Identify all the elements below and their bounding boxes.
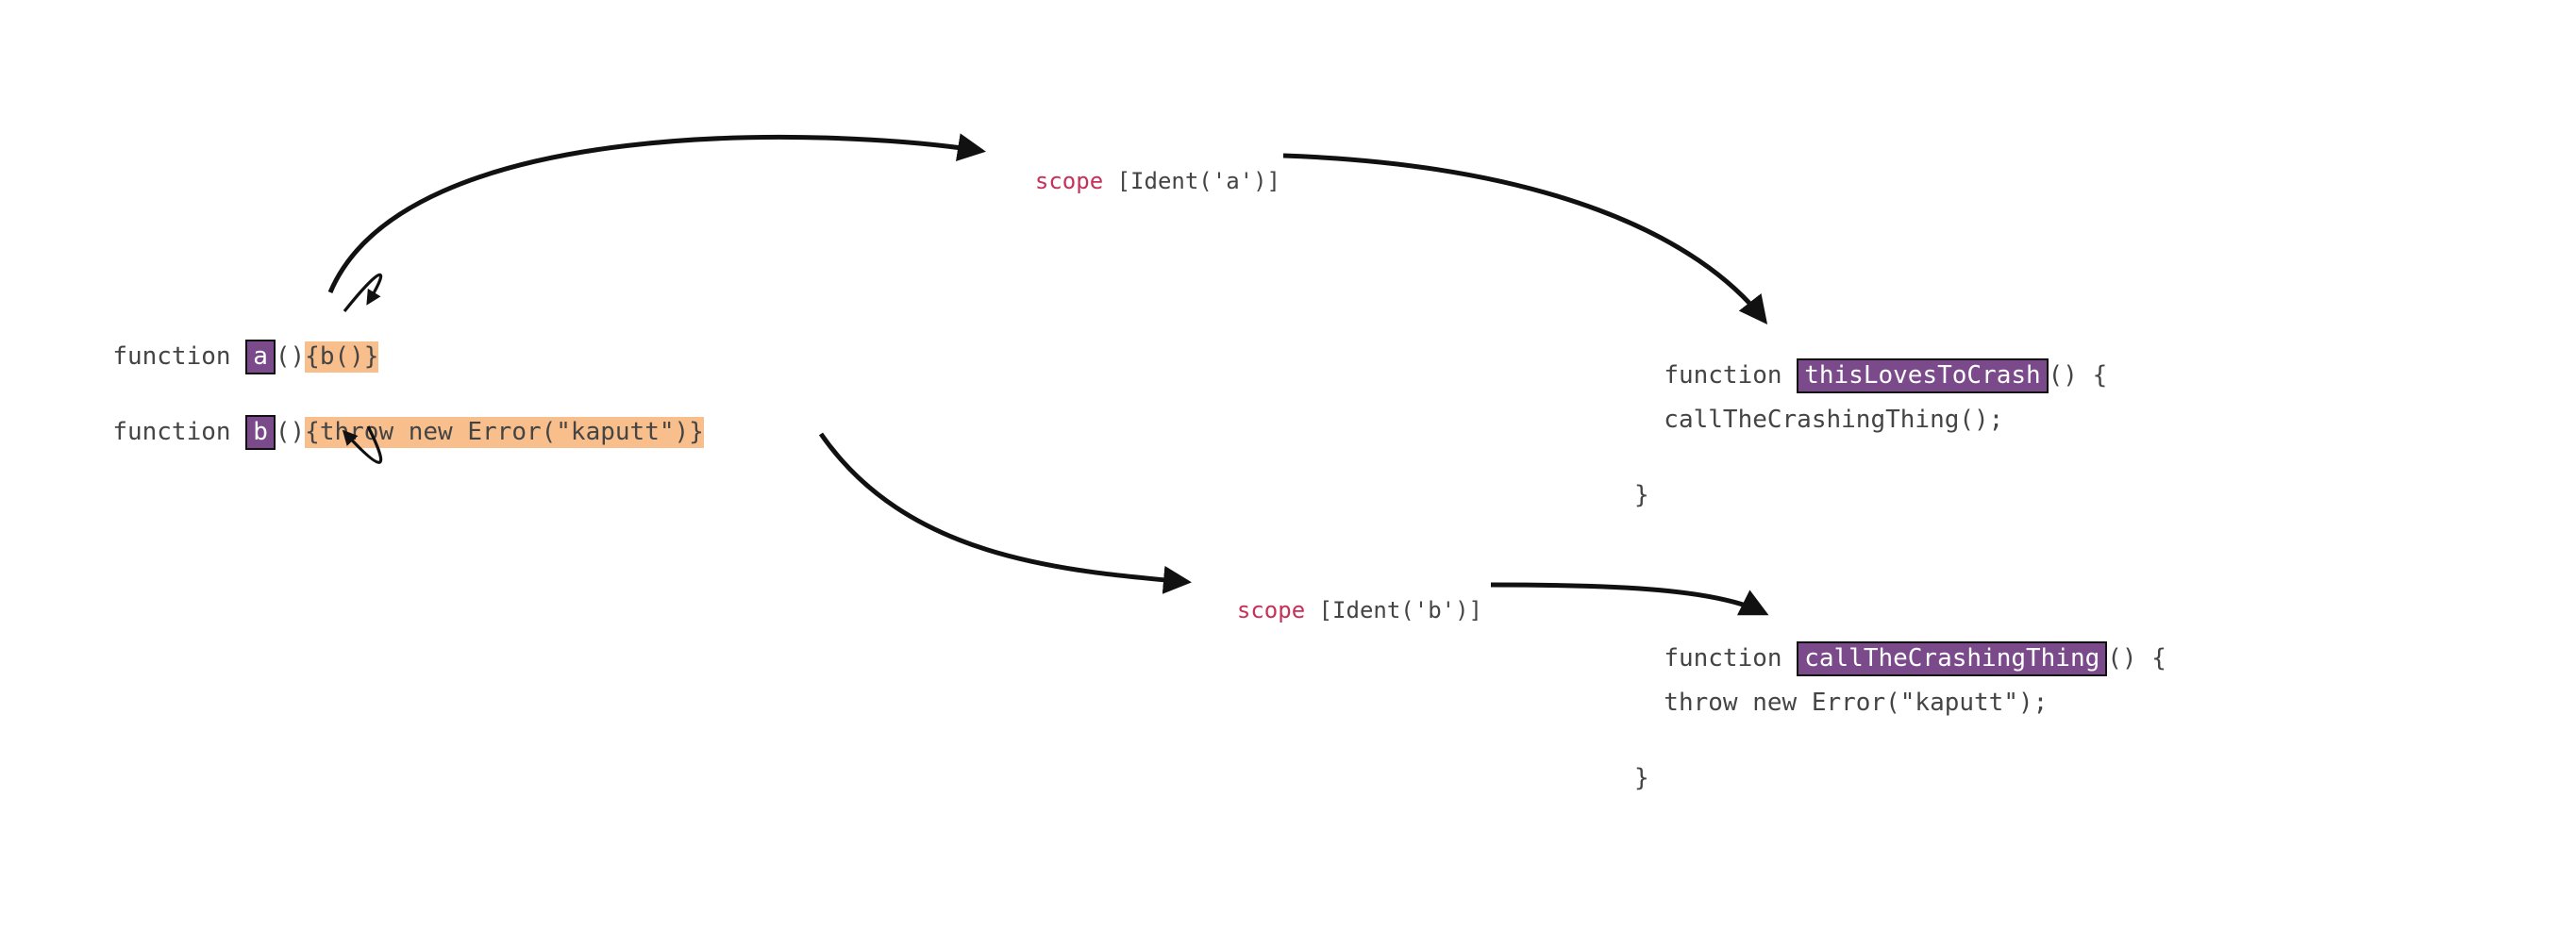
left-func-b-keyword: function	[112, 418, 245, 446]
arrows-layer	[0, 0, 2576, 947]
right-func-b-sig: function callTheCrashingThing() {	[1634, 613, 2166, 676]
right-func-b-body: throw new Error("kaputt");	[1634, 689, 2048, 717]
right-func-b-suffix: () {	[2107, 644, 2166, 673]
right-func-b-name: callTheCrashingThing	[1797, 641, 2107, 676]
swap-arrow-left-top	[344, 274, 381, 311]
right-func-b-keyword: function	[1664, 644, 1797, 673]
arrow-a-to-scope	[330, 137, 981, 292]
arrow-b-to-scope	[821, 434, 1187, 582]
right-func-a-suffix: () {	[2049, 361, 2108, 390]
scope-a-rest: [Ident('a')]	[1103, 168, 1280, 194]
left-func-b-line: function b(){throw new Error("kaputt")}	[83, 387, 704, 450]
left-func-a-line: function a(){b()}	[83, 311, 378, 374]
left-func-a-paren: ()	[276, 342, 305, 371]
scope-b-rest: [Ident('b')]	[1305, 597, 1482, 623]
left-func-a-body: {b()}	[305, 341, 378, 373]
right-func-a-sig: function thisLovesToCrash() {	[1634, 330, 2107, 393]
scope-a-word: scope	[1035, 168, 1103, 194]
right-func-a-keyword: function	[1664, 361, 1797, 390]
right-func-a-close: }	[1634, 481, 1649, 509]
scope-b-label: scope [Ident('b')]	[1210, 571, 1482, 623]
arrow-scope-to-right-a	[1283, 156, 1765, 321]
right-func-a-body: callTheCrashingThing();	[1634, 406, 2003, 434]
left-func-a-name: a	[245, 340, 276, 374]
scope-b-word: scope	[1237, 597, 1305, 623]
left-func-b-paren: ()	[276, 418, 305, 446]
arrow-scope-to-right-b	[1491, 585, 1765, 613]
left-func-b-body: {throw new Error("kaputt")}	[305, 417, 704, 448]
left-func-a-keyword: function	[112, 342, 245, 371]
scope-a-label: scope [Ident('a')]	[1008, 141, 1280, 194]
right-func-b-close: }	[1634, 764, 1649, 792]
left-func-b-name: b	[245, 415, 276, 450]
right-func-a-name: thisLovesToCrash	[1797, 358, 2048, 393]
